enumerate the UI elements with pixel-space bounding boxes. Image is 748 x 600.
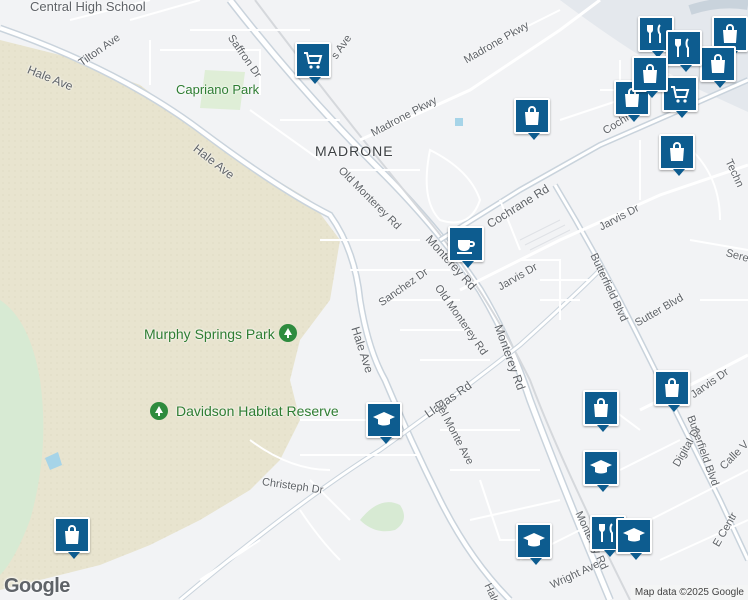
capriano-park-label: Capriano Park: [176, 82, 260, 97]
school-icon[interactable]: [366, 402, 402, 444]
shopping-bag-icon[interactable]: [54, 517, 90, 559]
shopping-bag-icon[interactable]: [654, 370, 690, 412]
coffee-cup-icon[interactable]: [448, 226, 484, 268]
hills-area: [0, 40, 340, 590]
restaurant-icon[interactable]: [666, 30, 702, 72]
reserve-tree-icon[interactable]: [150, 402, 168, 420]
parkland-south: [360, 502, 404, 532]
google-logo: Google: [4, 575, 70, 597]
madrone-area-label: MADRONE: [315, 143, 394, 159]
map-canvas[interactable]: Central High School Capriano Park Murphy…: [0, 0, 748, 600]
school-icon[interactable]: [583, 450, 619, 492]
shopping-cart-icon[interactable]: [295, 42, 331, 84]
shopping-bag-icon[interactable]: [583, 390, 619, 432]
central-high-school-label: Central High School: [30, 0, 146, 14]
map-attribution[interactable]: Map data ©2025 Google: [630, 585, 748, 600]
park-tree-icon[interactable]: [279, 324, 297, 342]
shopping-bag-icon[interactable]: [700, 46, 736, 88]
shopping-bag-icon[interactable]: [659, 134, 695, 176]
school-icon[interactable]: [516, 523, 552, 565]
murphy-springs-park-label: Murphy Springs Park: [144, 326, 275, 342]
shopping-bag-icon[interactable]: [632, 56, 668, 98]
davidson-habitat-reserve-label: Davidson Habitat Reserve: [176, 403, 339, 419]
parking-rows: [519, 219, 571, 251]
school-icon[interactable]: [616, 518, 652, 560]
shopping-bag-icon[interactable]: [514, 98, 550, 140]
pond-north: [455, 118, 463, 126]
